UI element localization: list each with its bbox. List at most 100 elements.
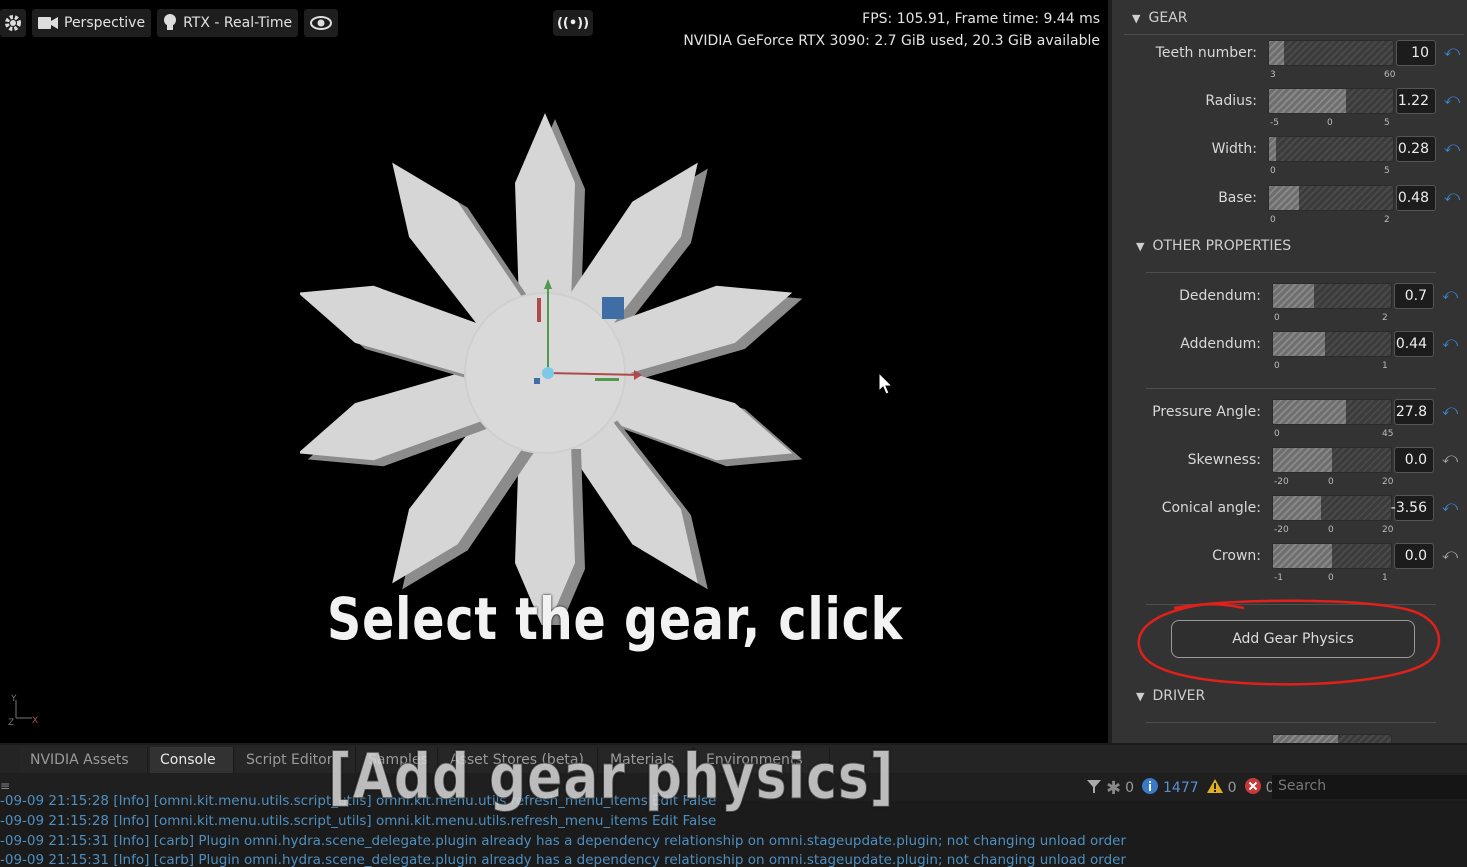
property-value-field[interactable]: 0.7 (1394, 283, 1434, 309)
property-value-field[interactable]: 0.0 (1394, 447, 1434, 473)
log-filters: ✱ 0 1477 0 0 (1086, 777, 1278, 799)
divider (1146, 722, 1436, 723)
property-value-field[interactable]: 1.22 (1396, 88, 1436, 114)
fps-readout: FPS: 105.91, Frame time: 9.44 ms (862, 11, 1100, 27)
property-label: Radius: (1205, 93, 1257, 109)
console-search-input[interactable]: Search (1272, 775, 1467, 799)
slider-tick-label: 0 (1270, 166, 1276, 176)
driver-section-title: DRIVER (1152, 688, 1206, 704)
camera-button[interactable]: Perspective (32, 9, 152, 37)
property-slider[interactable] (1272, 331, 1392, 357)
property-value-field[interactable]: 0.0 (1394, 543, 1434, 569)
other-properties-title: OTHER PROPERTIES (1152, 238, 1292, 254)
collapse-triangle-icon: ▼ (1132, 11, 1141, 25)
slider-tick-label: 0 (1327, 118, 1333, 128)
gpu-readout: NVIDIA GeForce RTX 3090: 2.7 GiB used, 2… (683, 33, 1100, 49)
property-value-field[interactable]: 27.8 (1394, 399, 1434, 425)
reset-icon[interactable]: ⤺ (1444, 187, 1460, 205)
property-value-field[interactable]: -3.56 (1391, 495, 1434, 521)
property-label: Addendum: (1180, 336, 1261, 352)
driver-slider[interactable] (1272, 734, 1392, 743)
slider-tick-label: 0 (1328, 573, 1334, 583)
annotation-circle (1137, 599, 1441, 686)
render-stats: FPS: 105.91, Frame time: 9.44 ms NVIDIA … (683, 8, 1100, 52)
reset-icon[interactable]: ⤺ (1444, 90, 1460, 108)
info-icon[interactable] (1141, 777, 1159, 799)
info-count: 1477 (1163, 780, 1199, 796)
slider-fill (1273, 496, 1322, 520)
slider-tick-label: 0 (1274, 313, 1280, 323)
slider-tick-label: 20 (1382, 525, 1394, 535)
slider-fill (1273, 448, 1332, 472)
reset-icon[interactable]: ⤺ (1442, 449, 1458, 467)
property-slider[interactable] (1272, 495, 1392, 521)
property-slider[interactable] (1272, 283, 1392, 309)
caption-line-2: [Add gear physics] (328, 740, 895, 814)
property-slider[interactable] (1272, 399, 1392, 425)
reset-icon[interactable]: ⤺ (1444, 42, 1460, 60)
verbose-count: 0 (1125, 780, 1135, 796)
warning-count: 0 (1227, 780, 1237, 796)
warning-icon[interactable] (1206, 778, 1224, 798)
driver-section-header[interactable]: ▼ DRIVER (1136, 688, 1205, 704)
verbose-filter-icon[interactable]: ✱ (1106, 778, 1121, 799)
slider-fill (1269, 137, 1277, 161)
slider-tick-label: 0 (1270, 215, 1276, 225)
property-value-field[interactable]: 0.48 (1396, 185, 1436, 211)
live-broadcast-button[interactable]: ((•)) (553, 10, 593, 36)
reset-icon[interactable]: ⤺ (1442, 497, 1458, 515)
slider-tick-label: -20 (1274, 525, 1289, 535)
slider-fill (1273, 400, 1347, 424)
slider-tick-label: 1 (1382, 361, 1388, 371)
divider (1146, 272, 1436, 273)
property-label: Skewness: (1187, 452, 1261, 468)
visibility-button[interactable] (304, 9, 339, 37)
property-label: Conical angle: (1161, 500, 1261, 516)
tab-nvidia-assets[interactable]: NVIDIA Assets (20, 747, 148, 773)
property-slider[interactable] (1268, 88, 1394, 114)
property-slider[interactable] (1272, 447, 1392, 473)
slider-tick-label: -20 (1274, 477, 1289, 487)
reset-icon[interactable]: ⤺ (1442, 333, 1458, 351)
log-line: -09-09 21:15:31 [Info] [carb] Plugin omn… (0, 833, 1127, 849)
slider-tick-label: 0 (1274, 361, 1280, 371)
property-slider[interactable] (1268, 136, 1394, 162)
reset-icon[interactable]: ⤺ (1442, 545, 1458, 563)
log-line: -09-09 21:15:28 [Info] [omni.kit.menu.ut… (0, 813, 717, 829)
slider-tick-label: 3 (1270, 70, 1276, 80)
reset-icon[interactable]: ⤺ (1442, 401, 1458, 419)
slider-fill (1273, 332, 1325, 356)
axis-y-label: Y (10, 694, 17, 704)
search-placeholder: Search (1278, 778, 1327, 794)
divider (1146, 388, 1436, 389)
slider-tick-label: 5 (1384, 118, 1390, 128)
slider-tick-label: -5 (1270, 118, 1279, 128)
gear-model[interactable] (300, 105, 810, 625)
property-label: Dedendum: (1179, 288, 1261, 304)
property-slider[interactable] (1272, 543, 1392, 569)
tab-console[interactable]: Console (150, 747, 234, 773)
menu-icon[interactable]: ≡ (0, 779, 10, 793)
caption-line-1: Select the gear, click (327, 585, 904, 653)
slider-fill (1269, 186, 1299, 210)
reset-icon[interactable]: ⤺ (1444, 138, 1460, 156)
property-slider[interactable] (1268, 185, 1394, 211)
collapse-triangle-icon: ▼ (1136, 239, 1145, 253)
filter-icon[interactable] (1086, 778, 1102, 798)
renderer-button[interactable]: RTX - Real-Time (157, 9, 299, 37)
slider-tick-label: 0 (1274, 429, 1280, 439)
property-value-field[interactable]: 0.44 (1394, 331, 1434, 357)
other-properties-header[interactable]: ▼ OTHER PROPERTIES (1136, 238, 1291, 254)
error-icon[interactable] (1244, 777, 1262, 799)
axis-z-label: Z (8, 718, 14, 728)
property-label: Teeth number: (1155, 45, 1257, 61)
gear-section-header[interactable]: ▼ GEAR (1132, 10, 1187, 26)
property-value-field[interactable]: 0.28 (1396, 136, 1436, 162)
property-value-field[interactable]: 10 (1396, 40, 1436, 66)
settings-button[interactable] (0, 9, 26, 37)
property-slider[interactable] (1268, 40, 1394, 66)
renderer-label: RTX - Real-Time (183, 15, 293, 31)
reset-icon[interactable]: ⤺ (1442, 285, 1458, 303)
gear-section-title: GEAR (1148, 10, 1188, 26)
slider-tick-label: 45 (1382, 429, 1394, 439)
